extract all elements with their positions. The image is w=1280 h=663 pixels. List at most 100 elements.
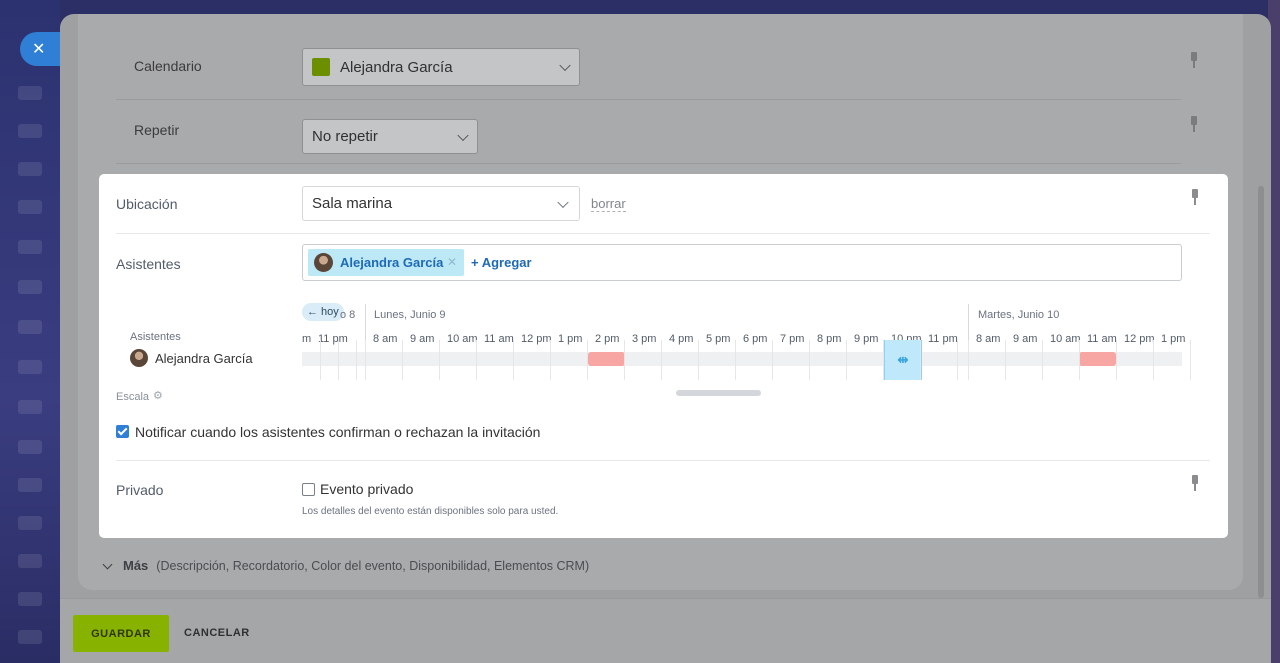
timeline-grid[interactable]: ⇹	[302, 340, 1191, 380]
timeline-grid-line	[1079, 340, 1080, 380]
timeline-grid-line	[1116, 340, 1117, 380]
background-sidebar	[0, 0, 60, 663]
pin-icon[interactable]	[1189, 116, 1199, 132]
divider	[116, 233, 1210, 234]
timeline[interactable]: ← hoy o 8 Lunes, Junio 9 Martes, Junio 1…	[302, 303, 1191, 384]
highlighted-section: Ubicación Sala marina borrar Asistentes …	[99, 174, 1228, 538]
avatar	[314, 253, 333, 272]
attendee-chip[interactable]: Alejandra García ✕	[308, 249, 464, 276]
private-hint: Los detalles del evento están disponible…	[302, 506, 559, 517]
more-options-list: (Descripción, Recordatorio, Color del ev…	[156, 558, 590, 573]
attendees-input[interactable]: Alejandra García ✕ + Agregar	[302, 244, 1182, 281]
bg-menu-icon	[18, 554, 42, 568]
more-options[interactable]: Más (Descripción, Recordatorio, Color de…	[102, 558, 590, 573]
timeline-grid-line	[402, 340, 403, 380]
busy-slot	[1079, 352, 1116, 366]
timeline-grid-line	[587, 340, 588, 380]
pin-icon[interactable]	[1189, 52, 1199, 68]
timeline-grid-line	[1153, 340, 1154, 380]
calendar-select[interactable]: Alejandra García	[302, 48, 580, 86]
timeline-grid-line	[513, 340, 514, 380]
resize-handle-icon[interactable]: ⇹	[898, 352, 909, 368]
close-slider-button[interactable]: ✕	[20, 32, 64, 66]
bg-menu-icon	[18, 162, 42, 176]
pin-icon[interactable]	[1190, 475, 1200, 491]
bg-menu-icon	[18, 320, 42, 334]
chevron-down-icon	[457, 129, 469, 141]
bg-menu-icon	[18, 400, 42, 414]
scale-label: Escala	[116, 391, 150, 403]
scale-control[interactable]: Escala ⚙	[116, 389, 163, 404]
repeat-row: Repetir No repetir	[116, 100, 1197, 164]
private-checkbox[interactable]	[302, 483, 315, 496]
bg-menu-icon	[18, 280, 42, 294]
repeat-label: Repetir	[134, 122, 180, 138]
bg-menu-icon	[18, 478, 42, 492]
vertical-scrollbar[interactable]	[1258, 186, 1264, 598]
calendar-value: Alejandra García	[340, 58, 453, 76]
timeline-attendee-name: Alejandra García	[155, 350, 253, 366]
calendar-row: Calendario Alejandra García	[116, 36, 1197, 100]
calendar-color-swatch	[312, 58, 330, 76]
timeline-grid-line	[735, 340, 736, 380]
today-button[interactable]: ← hoy	[302, 303, 344, 321]
pin-icon[interactable]	[1190, 189, 1200, 205]
bg-menu-icon	[18, 516, 42, 530]
add-attendee-button[interactable]: + Agregar	[471, 255, 532, 270]
timeline-grid-line	[883, 340, 884, 380]
avatar	[130, 349, 148, 367]
footer-bar: GUARDAR CANCELAR	[60, 598, 1271, 663]
notify-label: Notificar cuando los asistentes confirma…	[135, 424, 541, 440]
selected-slot[interactable]: ⇹	[884, 340, 922, 380]
timeline-prev-day: o 8	[340, 309, 356, 321]
timeline-grid-line	[476, 340, 477, 380]
timeline-row-header: Asistentes	[130, 331, 181, 343]
save-button[interactable]: GUARDAR	[73, 615, 169, 652]
divider	[116, 460, 1210, 461]
repeat-value: No repetir	[312, 128, 378, 145]
notify-checkbox[interactable]	[116, 425, 129, 438]
timeline-grid-line	[338, 340, 339, 380]
location-value: Sala marina	[312, 195, 393, 212]
chevron-down-icon	[102, 559, 113, 569]
bg-menu-icon	[18, 200, 42, 214]
private-label: Privado	[116, 482, 164, 498]
chevron-down-icon	[557, 196, 569, 208]
timeline-day-label: Lunes, Junio 9	[374, 309, 446, 321]
timeline-grid-line	[698, 340, 699, 380]
timeline-grid-line	[320, 340, 321, 380]
timeline-grid-line	[550, 340, 551, 380]
timeline-day-label: Martes, Junio 10	[978, 309, 1060, 321]
bg-menu-icon	[18, 440, 42, 454]
cancel-button[interactable]: CANCELAR	[184, 627, 250, 639]
timeline-grid-line	[1042, 340, 1043, 380]
clear-location-link[interactable]: borrar	[591, 196, 626, 212]
bg-menu-icon	[18, 86, 42, 100]
timeline-band	[302, 352, 1182, 366]
gear-icon[interactable]: ⚙	[153, 389, 163, 402]
timeline-attendee: Alejandra García	[130, 349, 253, 367]
remove-icon[interactable]: ✕	[447, 255, 457, 269]
timeline-scrollbar[interactable]	[676, 390, 761, 396]
location-select[interactable]: Sala marina	[302, 186, 580, 221]
bg-menu-icon	[18, 360, 42, 374]
timeline-grid-line	[1190, 340, 1191, 380]
timeline-grid-line	[846, 340, 847, 380]
bg-menu-icon	[18, 630, 42, 644]
busy-slot	[588, 352, 625, 366]
location-label: Ubicación	[116, 196, 178, 212]
more-label: Más	[123, 558, 149, 573]
private-checkbox-label: Evento privado	[320, 481, 414, 497]
timeline-grid-line	[439, 340, 440, 380]
calendar-label: Calendario	[134, 58, 202, 74]
timeline-grid-line	[365, 340, 366, 380]
timeline-grid-line	[968, 340, 969, 380]
timeline-grid-line	[661, 340, 662, 380]
close-icon: ✕	[32, 41, 46, 58]
chevron-down-icon	[559, 59, 571, 72]
repeat-select[interactable]: No repetir	[302, 119, 478, 154]
timeline-grid-line	[957, 340, 958, 380]
timeline-grid-line	[920, 340, 921, 380]
timeline-grid-line	[1005, 340, 1006, 380]
bg-menu-icon	[18, 240, 42, 254]
